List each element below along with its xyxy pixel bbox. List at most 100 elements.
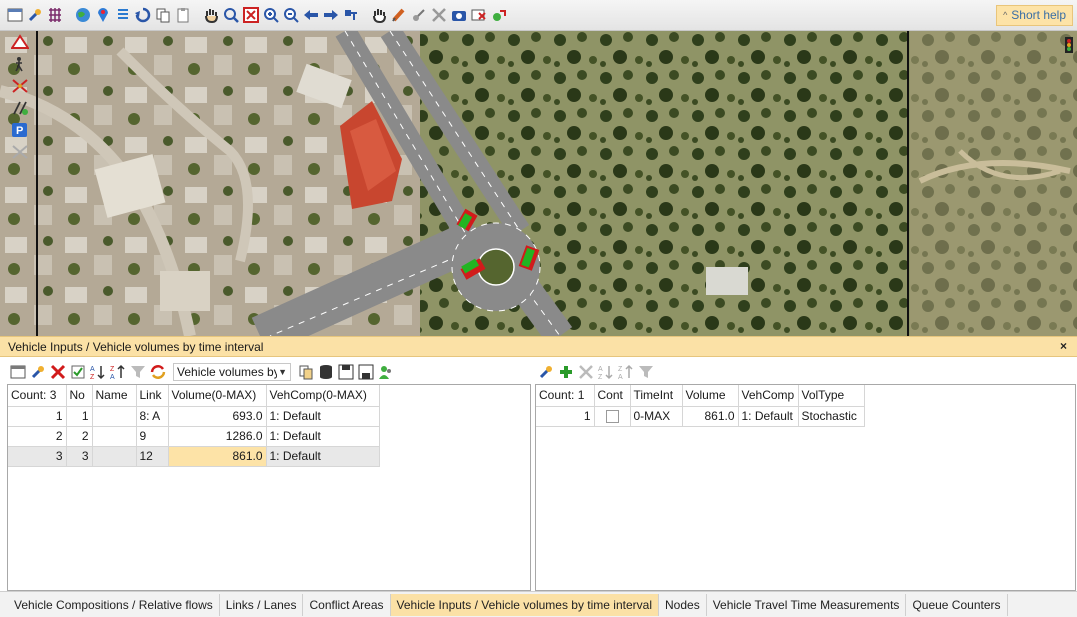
column-header-count[interactable]: Count: 3 bbox=[8, 385, 67, 407]
tab-vehicle-compositions[interactable]: Vehicle Compositions / Relative flows bbox=[8, 593, 220, 616]
column-header-vehcomp[interactable]: VehComp(0-MAX) bbox=[266, 385, 380, 407]
tab-links-lanes[interactable]: Links / Lanes bbox=[220, 593, 304, 616]
row-number[interactable]: 1 bbox=[536, 406, 595, 427]
users-icon[interactable] bbox=[378, 364, 394, 380]
tab-nodes[interactable]: Nodes bbox=[659, 593, 707, 616]
cell-no[interactable]: 1 bbox=[66, 406, 93, 427]
grid-icon[interactable] bbox=[47, 7, 63, 23]
copy-table-icon[interactable] bbox=[298, 364, 314, 380]
network-editor-map[interactable]: P bbox=[0, 31, 1077, 336]
column-header-link[interactable]: Link bbox=[136, 385, 169, 407]
wrench-grid-icon[interactable] bbox=[27, 7, 43, 23]
select-all-icon[interactable] bbox=[70, 364, 86, 380]
network-icon[interactable] bbox=[343, 7, 359, 23]
relation-select[interactable]: Vehicle volumes by ▼ bbox=[173, 363, 291, 381]
table-row[interactable]: 2 2 9 1286.0 1: Default bbox=[8, 426, 380, 447]
pedestrian-icon[interactable] bbox=[10, 55, 30, 73]
undo-icon[interactable] bbox=[135, 7, 151, 23]
list-layout-icon[interactable] bbox=[10, 364, 26, 380]
delete-icon[interactable] bbox=[50, 364, 66, 380]
window-menu-icon[interactable] bbox=[7, 7, 23, 23]
cell-vehcomp[interactable]: 1: Default bbox=[266, 426, 380, 447]
table-row-selected[interactable]: 3 3 12 861.0 1: Default bbox=[8, 446, 380, 467]
column-header-voltype[interactable]: VolType bbox=[798, 385, 865, 407]
cell-timeint[interactable]: 0-MAX bbox=[630, 406, 683, 427]
paste-icon[interactable] bbox=[175, 7, 191, 23]
edit-link-icon[interactable] bbox=[391, 7, 407, 23]
zoom-out-icon[interactable] bbox=[283, 7, 299, 23]
cell-no[interactable]: 3 bbox=[66, 446, 93, 467]
column-header-name[interactable]: Name bbox=[92, 385, 137, 407]
time-interval-grid[interactable]: Count: 1 Cont TimeInt Volume VehComp Vol… bbox=[535, 384, 1076, 591]
sort-ascending-icon[interactable]: AZ bbox=[90, 364, 106, 380]
sort-descending-icon[interactable]: ZA bbox=[110, 364, 126, 380]
routes-icon[interactable] bbox=[10, 77, 30, 95]
zoom-select-icon[interactable] bbox=[223, 7, 239, 23]
column-header-volume[interactable]: Volume bbox=[682, 385, 739, 407]
copy-icon[interactable] bbox=[155, 7, 171, 23]
cell-volume-active[interactable]: 861.0 bbox=[168, 446, 267, 467]
cont-checkbox[interactable] bbox=[605, 409, 619, 423]
cell-cont[interactable] bbox=[594, 406, 631, 427]
cell-vehcomp[interactable]: 1: Default bbox=[738, 406, 799, 427]
column-header-vehcomp[interactable]: VehComp bbox=[738, 385, 799, 407]
column-header-no[interactable]: No bbox=[66, 385, 93, 407]
node-icon[interactable] bbox=[411, 7, 427, 23]
save-layout-icon[interactable] bbox=[338, 364, 354, 380]
add-icon[interactable] bbox=[558, 364, 574, 380]
filter-icon[interactable] bbox=[638, 364, 654, 380]
parking-icon[interactable]: P bbox=[10, 121, 30, 139]
cell-volume[interactable]: 693.0 bbox=[168, 406, 267, 427]
row-number[interactable]: 2 bbox=[8, 426, 67, 447]
cell-voltype[interactable]: Stochastic bbox=[798, 406, 865, 427]
cell-vehcomp[interactable]: 1: Default bbox=[266, 406, 380, 427]
color-pin-icon[interactable] bbox=[95, 7, 111, 23]
wrench-icon[interactable] bbox=[30, 364, 46, 380]
tab-queue-counters[interactable]: Queue Counters bbox=[906, 593, 1008, 616]
table-row[interactable]: 1 1 8: A 693.0 1: Default bbox=[8, 406, 380, 427]
sort-descending-icon[interactable]: ZA bbox=[618, 364, 634, 380]
globe-icon[interactable] bbox=[75, 7, 91, 23]
select-hand-icon[interactable] bbox=[371, 7, 387, 23]
filter-icon[interactable] bbox=[130, 364, 146, 380]
delete-icon[interactable] bbox=[578, 364, 594, 380]
sort-ascending-icon[interactable]: AZ bbox=[598, 364, 614, 380]
vehicle-inputs-grid[interactable]: Count: 3 No Name Link Volume(0-MAX) VehC… bbox=[7, 384, 531, 591]
cross-icon[interactable] bbox=[431, 7, 447, 23]
cell-volume[interactable]: 861.0 bbox=[682, 406, 739, 427]
column-header-timeint[interactable]: TimeInt bbox=[630, 385, 683, 407]
column-header-cont[interactable]: Cont bbox=[594, 385, 631, 407]
cell-vehcomp[interactable]: 1: Default bbox=[266, 446, 380, 467]
tab-conflict-areas[interactable]: Conflict Areas bbox=[303, 593, 391, 616]
zoom-fit-icon[interactable] bbox=[243, 7, 259, 23]
pan-hand-icon[interactable] bbox=[203, 7, 219, 23]
short-help-button[interactable]: ^ Short help bbox=[996, 5, 1073, 26]
cell-name[interactable] bbox=[92, 446, 137, 467]
cell-name[interactable] bbox=[92, 426, 137, 447]
tab-vehicle-travel-time[interactable]: Vehicle Travel Time Measurements bbox=[707, 593, 907, 616]
cell-volume[interactable]: 1286.0 bbox=[168, 426, 267, 447]
measurement-icon[interactable] bbox=[10, 143, 30, 161]
close-icon[interactable]: × bbox=[1060, 339, 1067, 353]
cell-link[interactable]: 9 bbox=[136, 426, 169, 447]
screenshot-icon[interactable] bbox=[471, 7, 487, 23]
camera-icon[interactable] bbox=[451, 7, 467, 23]
row-number[interactable]: 1 bbox=[8, 406, 67, 427]
wrench-icon[interactable] bbox=[538, 364, 554, 380]
row-number[interactable]: 3 bbox=[8, 446, 67, 467]
list-icon[interactable] bbox=[115, 7, 131, 23]
save-as-icon[interactable] bbox=[358, 364, 374, 380]
zoom-in-icon[interactable] bbox=[263, 7, 279, 23]
database-icon[interactable] bbox=[318, 364, 334, 380]
3d-icon[interactable] bbox=[491, 7, 507, 23]
forward-icon[interactable] bbox=[323, 7, 339, 23]
column-header-count[interactable]: Count: 1 bbox=[536, 385, 595, 407]
tab-vehicle-inputs[interactable]: Vehicle Inputs / Vehicle volumes by time… bbox=[390, 593, 659, 616]
conflict-areas-icon[interactable] bbox=[10, 33, 30, 51]
cell-link[interactable]: 8: A bbox=[136, 406, 169, 427]
table-row[interactable]: 1 0-MAX 861.0 1: Default Stochastic bbox=[536, 406, 865, 427]
vehicle-inputs-icon[interactable] bbox=[10, 99, 30, 117]
back-icon[interactable] bbox=[303, 7, 319, 23]
column-header-volume[interactable]: Volume(0-MAX) bbox=[168, 385, 267, 407]
cell-link[interactable]: 12 bbox=[136, 446, 169, 467]
